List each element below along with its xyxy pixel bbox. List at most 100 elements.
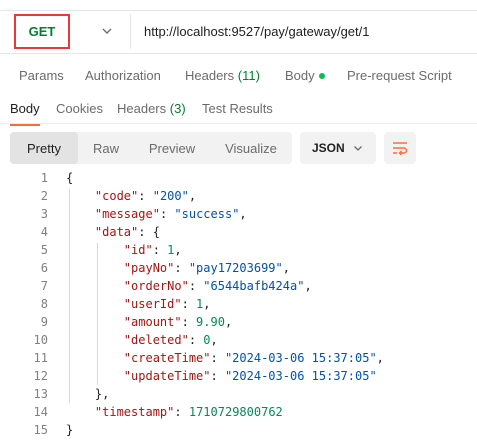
code-line: 12 "updateTime": "2024-03-06 15:37:05" <box>0 367 477 385</box>
line-number: 3 <box>40 207 48 221</box>
indent-guide <box>69 189 70 403</box>
code-token: "deleted" <box>123 333 189 347</box>
tab-label: Headers <box>117 101 167 116</box>
code-line: 4 "data": { <box>0 223 477 241</box>
code-token: , <box>203 297 211 311</box>
line-number: 7 <box>40 279 48 293</box>
line-number: 5 <box>40 243 48 257</box>
code-token: "code" <box>94 189 139 203</box>
tab-cookies[interactable]: Cookies <box>56 101 103 116</box>
code-token: "6544bafb424a" <box>203 279 305 293</box>
code-token: : <box>210 369 225 383</box>
view-preview-button[interactable]: Preview <box>134 132 210 164</box>
code-token: "id" <box>123 243 153 257</box>
wrap-lines-icon <box>393 142 408 156</box>
code-token: , <box>210 333 218 347</box>
code-token: "payNo" <box>123 261 175 275</box>
code-token: } <box>66 423 74 437</box>
code-token: : <box>174 405 189 419</box>
chevron-down-icon <box>354 146 362 151</box>
wrap-lines-button[interactable] <box>384 132 416 164</box>
code-line: 1{ <box>0 169 477 187</box>
view-pretty-button[interactable]: Pretty <box>10 132 78 164</box>
code-text: } <box>66 421 73 439</box>
tab-label: Params <box>19 68 64 83</box>
code-token: , <box>376 351 384 365</box>
tab-params[interactable]: Params <box>19 68 64 83</box>
tab-label: Body <box>285 68 315 83</box>
tab-body[interactable]: Body <box>285 68 325 83</box>
code-line: 11 "createTime": "2024-03-06 15:37:05", <box>0 349 477 367</box>
code-text: "payNo": "pay17203699", <box>66 259 290 277</box>
code-text: "code": "200", <box>66 187 196 205</box>
view-raw-button[interactable]: Raw <box>78 132 134 164</box>
code-token: , <box>282 261 290 275</box>
request-url-bar: GET http://localhost:9527/pay/gateway/ge… <box>0 0 477 60</box>
code-token: "pay17203699" <box>188 261 283 275</box>
tab-count: (3) <box>169 101 186 116</box>
code-token: }, <box>66 387 110 401</box>
tab-response-body[interactable]: Body <box>10 101 40 126</box>
tab-pre-request-script[interactable]: Pre-request Script <box>347 68 452 83</box>
tab-label: Body <box>10 101 40 116</box>
code-text: "amount": 9.90, <box>66 313 232 331</box>
tab-response-headers[interactable]: Headers (3) <box>117 101 186 116</box>
indent-guide <box>97 243 98 385</box>
http-method-select[interactable]: GET <box>14 14 70 49</box>
code-text: { <box>66 169 73 187</box>
format-label: JSON <box>312 141 345 155</box>
url-input[interactable]: http://localhost:9527/pay/gateway/get/1 <box>144 24 370 39</box>
chevron-down-icon[interactable] <box>100 24 114 38</box>
line-number: 6 <box>40 261 48 275</box>
code-token: "data" <box>94 225 139 239</box>
code-token: "orderNo" <box>123 279 189 293</box>
code-token: "amount" <box>123 315 182 329</box>
code-line: 14 "timestamp": 1710729800762 <box>0 403 477 421</box>
code-token: "timestamp" <box>94 405 175 419</box>
code-token: "2024-03-06 15:37:05" <box>224 369 377 383</box>
code-text: "timestamp": 1710729800762 <box>66 403 283 421</box>
code-line: 5 "id": 1, <box>0 241 477 259</box>
tab-label: Test Results <box>202 101 273 116</box>
code-line: 13 }, <box>0 385 477 403</box>
code-token: : <box>181 315 197 329</box>
code-line: 8 "userId": 1, <box>0 295 477 313</box>
code-line: 10 "deleted": 0, <box>0 331 477 349</box>
tab-label: Authorization <box>85 68 161 83</box>
tab-count: (11) <box>237 68 260 83</box>
code-token: 9.90 <box>196 315 225 329</box>
code-line: 2 "code": "200", <box>0 187 477 205</box>
code-token: "2024-03-06 15:37:05" <box>224 351 377 365</box>
code-token: "message" <box>94 207 160 221</box>
code-text: "data": { <box>66 223 160 241</box>
code-token: : <box>188 333 204 347</box>
tab-headers[interactable]: Headers (11) <box>185 68 260 83</box>
tab-authorization[interactable]: Authorization <box>85 68 161 83</box>
code-token: 1710729800762 <box>188 405 283 419</box>
line-number: 12 <box>33 369 48 383</box>
line-number: 11 <box>33 351 48 365</box>
code-token: "updateTime" <box>123 369 211 383</box>
format-select[interactable]: JSON <box>300 132 376 164</box>
code-token: : { <box>138 225 160 239</box>
response-body-code: 1{2 "code": "200", 3 "message": "success"… <box>0 169 477 440</box>
code-line: 6 "payNo": "pay17203699", <box>0 259 477 277</box>
code-token: "userId" <box>123 297 182 311</box>
code-text: "userId": 1, <box>66 295 211 313</box>
code-line: 3 "message": "success", <box>0 205 477 223</box>
code-token: , <box>174 243 182 257</box>
tab-test-results[interactable]: Test Results <box>202 101 273 116</box>
view-visualize-button[interactable]: Visualize <box>210 132 292 164</box>
code-token: "success" <box>174 207 240 221</box>
code-text: "orderNo": "6544bafb424a", <box>66 277 312 295</box>
code-token: "200" <box>152 189 189 203</box>
